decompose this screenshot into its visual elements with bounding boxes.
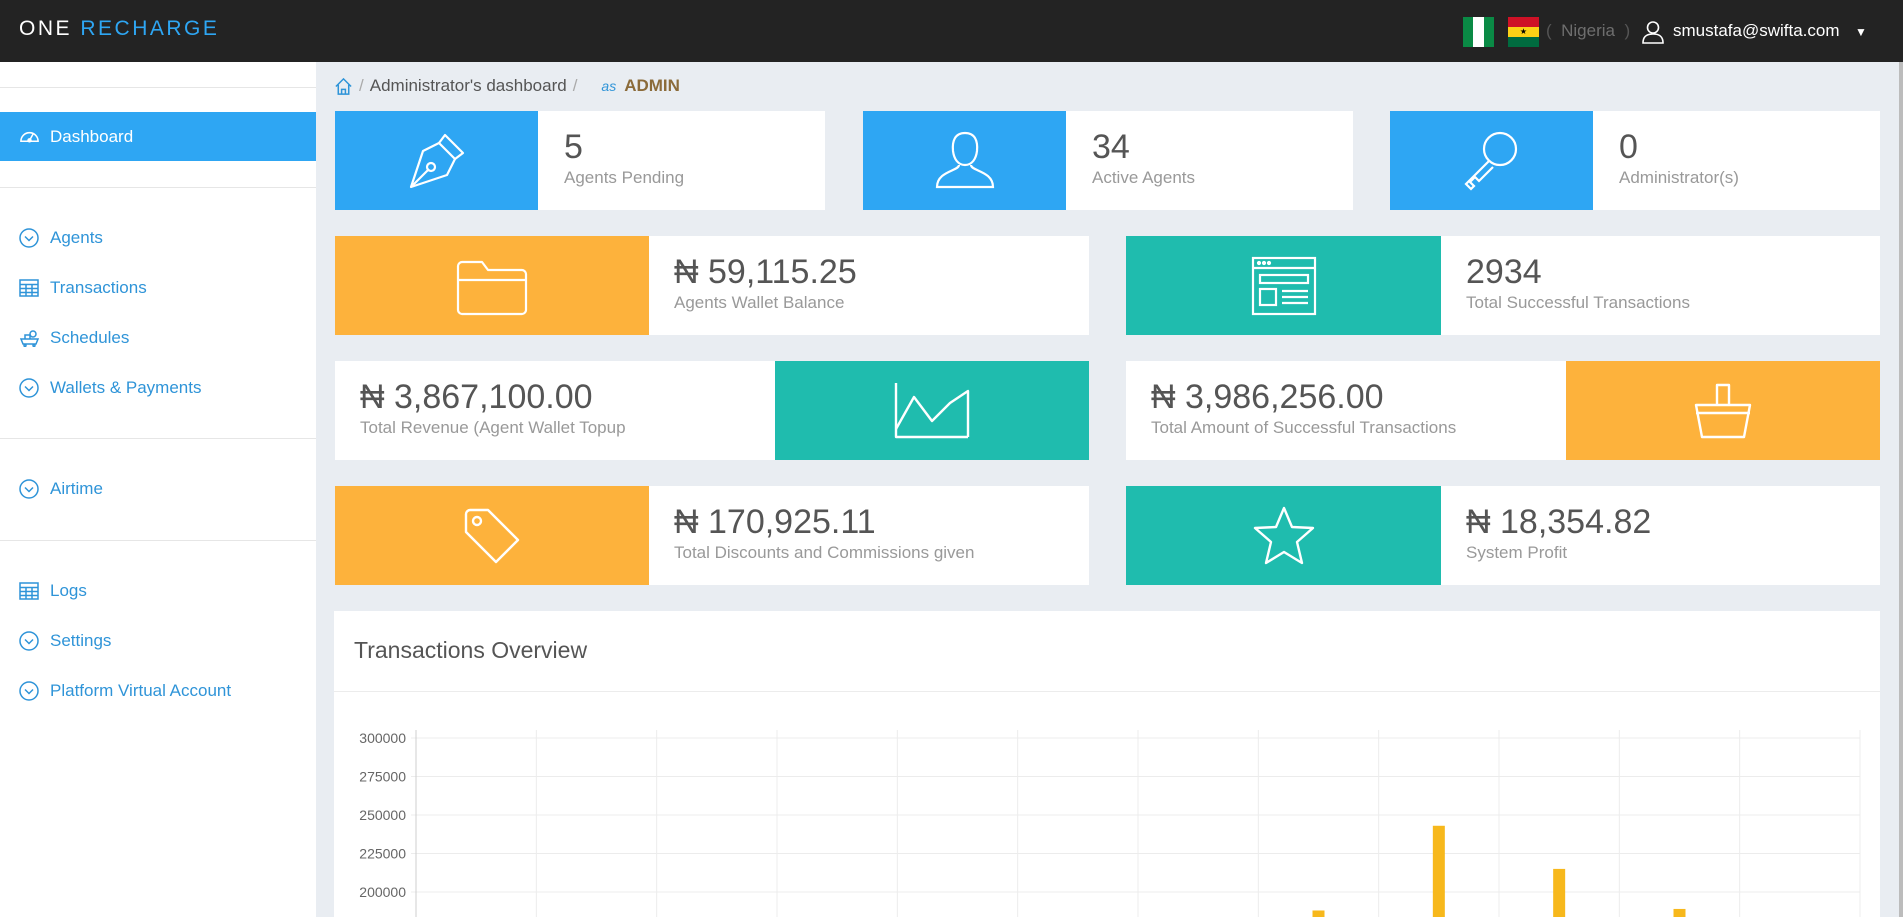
stat-value: ₦ 3,986,256.00 — [1151, 378, 1384, 416]
stat-card-administrators[interactable]: 0 Administrator(s) — [1390, 111, 1880, 210]
stat-value: ₦ 59,115.25 — [674, 253, 857, 291]
stat-label: Total Amount of Successful Transactions — [1151, 418, 1457, 437]
tag-icon — [335, 486, 649, 585]
sidebar-item-settings[interactable]: Settings — [0, 616, 316, 665]
sidebar-divider — [0, 87, 316, 88]
sidebar-item-label: Platform Virtual Account — [50, 680, 232, 700]
table-icon — [18, 277, 40, 299]
user-icon — [1642, 21, 1664, 44]
sidebar-item-label: Schedules — [50, 327, 130, 347]
key-icon — [1390, 111, 1593, 210]
schedule-icon — [18, 327, 40, 349]
nigeria-flag-icon[interactable] — [1463, 17, 1494, 47]
chart-bar[interactable] — [1553, 868, 1566, 917]
folder-icon — [335, 236, 649, 335]
sidebar-item-label: Settings — [50, 630, 112, 650]
chart-bar[interactable] — [1432, 825, 1445, 917]
chevron-circle-icon — [18, 478, 40, 500]
sidebar-item-logs[interactable]: Logs — [0, 566, 316, 615]
user-email-menu[interactable]: smustafa@swifta.com — [1673, 21, 1840, 41]
ghana-flag-icon[interactable]: ★ — [1508, 17, 1539, 47]
stat-card-wallet-balance[interactable]: ₦ 59,115.25 Agents Wallet Balance — [335, 236, 1089, 335]
sidebar-item-label: Transactions — [50, 277, 147, 297]
sidebar-item-schedules[interactable]: Schedules — [0, 313, 316, 362]
breadcrumb-role: ADMIN — [624, 76, 680, 95]
sidebar-item-label: Agents — [50, 227, 103, 247]
stat-label: Total Successful Transactions — [1466, 293, 1690, 312]
panel-title: Transactions Overview — [354, 637, 588, 663]
sidebar-divider — [0, 187, 316, 188]
y-tick-label: 250000 — [359, 807, 406, 823]
sidebar-item-label: Wallets & Payments — [50, 377, 202, 397]
star-icon — [1126, 486, 1441, 585]
stat-label: Total Discounts and Commissions given — [674, 543, 975, 562]
stat-card-active-agents[interactable]: 34 Active Agents — [863, 111, 1353, 210]
top-navbar: ONE RECHARGE ★ ( Nigeria ) smustafa@swif… — [0, 0, 1903, 62]
table-icon — [18, 580, 40, 602]
sidebar-item-transactions[interactable]: Transactions — [0, 263, 316, 312]
stat-label: Agents Wallet Balance — [674, 293, 845, 312]
stat-card-successful-transactions[interactable]: 2934 Total Successful Transactions — [1126, 236, 1880, 335]
home-icon[interactable] — [334, 77, 353, 96]
stat-value: ₦ 170,925.11 — [674, 503, 876, 541]
sidebar-item-label: Airtime — [50, 478, 103, 498]
sidebar-item-dashboard[interactable]: Dashboard — [0, 112, 316, 161]
sidebar-item-airtime[interactable]: Airtime — [0, 464, 316, 513]
basket-icon — [1566, 361, 1880, 460]
selected-country: ( Nigeria ) — [1546, 21, 1631, 40]
y-tick-label: 275000 — [359, 769, 406, 785]
sidebar: Dashboard Agents Transactions Schedules … — [0, 62, 316, 917]
breadcrumb-as-label: as — [601, 78, 617, 94]
stat-label: Agents Pending — [564, 168, 685, 187]
sidebar-item-agents[interactable]: Agents — [0, 213, 316, 262]
user-icon — [863, 111, 1066, 210]
sidebar-divider — [0, 540, 316, 541]
breadcrumb: / Administrator's dashboard / as ADMIN — [334, 75, 680, 97]
sidebar-item-wallets-payments[interactable]: Wallets & Payments — [0, 363, 316, 412]
chevron-circle-icon — [18, 630, 40, 652]
brand-text-one: ONE — [19, 17, 73, 40]
stat-label: Total Revenue (Agent Wallet Topup — [360, 418, 626, 437]
line-chart-icon — [775, 361, 1089, 460]
sidebar-item-label: Dashboard — [50, 126, 134, 146]
y-tick-label: 300000 — [359, 730, 406, 746]
brand-text-recharge: RECHARGE — [80, 17, 220, 40]
stat-card-successful-amount[interactable]: ₦ 3,986,256.00 Total Amount of Successfu… — [1126, 361, 1880, 460]
chevron-circle-icon — [18, 680, 40, 702]
breadcrumb-page: Administrator's dashboard — [369, 76, 567, 95]
sidebar-item-platform-virtual-account[interactable]: Platform Virtual Account — [0, 666, 316, 715]
page-scrollbar[interactable] — [1899, 62, 1903, 917]
stat-value: 2934 — [1466, 253, 1542, 291]
sidebar-divider — [0, 438, 316, 439]
y-tick-label: 225000 — [359, 846, 406, 862]
stat-card-system-profit[interactable]: ₦ 18,354.82 System Profit — [1126, 486, 1880, 585]
pen-nib-icon — [335, 111, 538, 210]
stat-value: 0 — [1619, 128, 1638, 166]
brand-logo[interactable]: ONE RECHARGE — [19, 17, 219, 41]
stat-value: ₦ 3,867,100.00 — [360, 378, 593, 416]
y-tick-label: 200000 — [359, 884, 406, 900]
stat-value: 34 — [1092, 128, 1130, 166]
chevron-down-icon[interactable]: ▼ — [1855, 25, 1867, 39]
stat-card-agents-pending[interactable]: 5 Agents Pending — [335, 111, 825, 210]
chart-bar[interactable] — [1312, 910, 1325, 917]
browser-icon — [1126, 236, 1441, 335]
dashboard-icon — [18, 126, 40, 148]
stat-label: Active Agents — [1092, 168, 1196, 187]
country-name: Nigeria — [1561, 21, 1615, 40]
chart-bar[interactable] — [1673, 908, 1686, 917]
chevron-circle-icon — [18, 377, 40, 399]
chevron-circle-icon — [18, 227, 40, 249]
sidebar-item-label: Logs — [50, 580, 87, 600]
stat-label: System Profit — [1466, 543, 1568, 562]
stat-label: Administrator(s) — [1619, 168, 1739, 187]
stat-value: 5 — [564, 128, 583, 166]
stat-card-total-revenue[interactable]: ₦ 3,867,100.00 Total Revenue (Agent Wall… — [335, 361, 1089, 460]
panel-divider — [334, 691, 1880, 692]
transactions-overview-panel: Transactions Overview 300000 275000 250000… — [334, 611, 1880, 917]
stat-value: ₦ 18,354.82 — [1466, 503, 1652, 541]
stat-card-discounts[interactable]: ₦ 170,925.11 Total Discounts and Commiss… — [335, 486, 1089, 585]
transactions-overview-chart: 300000275000250000225000200000175000 — [359, 730, 1861, 917]
